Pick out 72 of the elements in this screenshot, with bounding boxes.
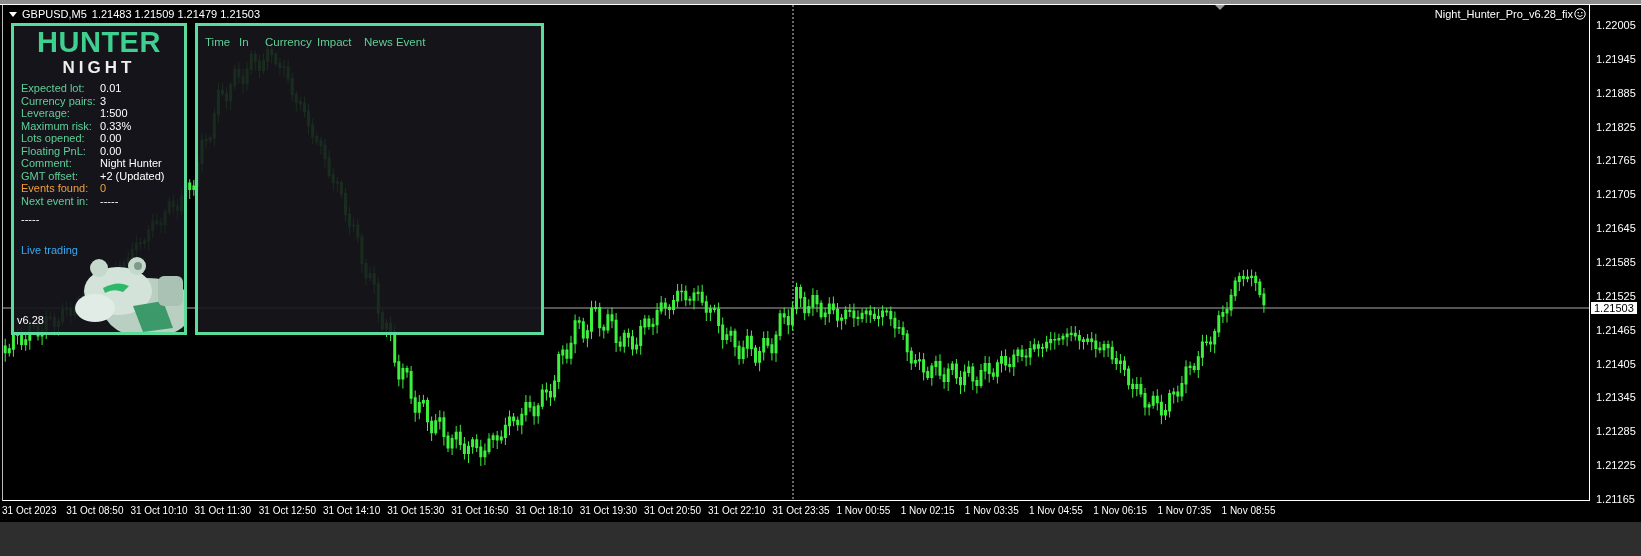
time-tick-label: 1 Nov 07:35: [1157, 505, 1213, 518]
stat-value: 0.00: [100, 132, 122, 145]
column-header: Impact: [317, 36, 353, 48]
dropdown-icon[interactable]: [9, 11, 17, 17]
status-text: Live trading: [21, 244, 78, 256]
stat-value: 0.00: [100, 144, 122, 157]
price-tick-label: 1.21645: [1596, 221, 1636, 236]
price-tick-label: 1.21225: [1596, 458, 1636, 473]
price-tick-label: 1.21165: [1596, 492, 1635, 507]
stat-value: 1:500: [100, 107, 128, 120]
logo-subtitle: NIGHT: [62, 58, 136, 78]
stat-label: Expected lot:: [21, 82, 86, 95]
stat-label: Next event in:: [21, 194, 90, 207]
time-tick-label: 1 Nov 00:55: [836, 505, 892, 518]
price-tick-label: 1.21705: [1596, 187, 1636, 202]
time-tick-label: 31 Oct 15:30: [387, 505, 446, 518]
stat-label: Floating PnL:: [21, 144, 87, 157]
time-tick-label: 31 Oct 23:35: [772, 505, 831, 518]
time-tick-label: 31 Oct 11:30: [194, 505, 253, 518]
time-tick-label: 31 Oct 14:10: [322, 505, 382, 518]
time-tick-label: 1 Nov 04:55: [1029, 505, 1084, 518]
current-price-label: 1.21503: [1591, 302, 1637, 314]
price-tick-label: 1.21765: [1596, 153, 1636, 168]
stat-label: Maximum risk:: [21, 119, 93, 132]
column-header: News Event: [364, 36, 426, 48]
stat-label: Leverage:: [21, 107, 71, 120]
stat-value: 0: [100, 182, 107, 195]
time-tick-label: 1 Nov 02:15: [900, 505, 956, 518]
time-tick-label: 31 Oct 16:50: [451, 505, 510, 518]
time-tick-label: 31 Oct 2023: [2, 505, 58, 518]
stat-value: -----: [100, 194, 119, 207]
time-tick-label: 31 Oct 20:50: [643, 505, 703, 518]
price-tick-label: 1.21945: [1596, 51, 1636, 66]
triangle-marker-icon: [1215, 5, 1225, 10]
version-label: v6.28: [17, 314, 44, 326]
logo-title: HUNTER: [37, 27, 161, 58]
time-tick-label: 31 Oct 18:10: [515, 505, 574, 518]
price-tick-label: 1.21585: [1596, 255, 1636, 269]
stat-value: Night Hunter: [100, 157, 162, 170]
ohlc-values: 1.21483 1.21509 1.21479 1.21503: [91, 8, 260, 20]
stat-label: Events found:: [21, 182, 90, 195]
stat-label: Lots opened:: [21, 132, 86, 145]
time-tick-label: 31 Oct 19:30: [579, 505, 638, 518]
price-tick-label: 1.21525: [1596, 288, 1636, 303]
stat-label: Currency pairs:: [21, 94, 97, 107]
price-tick-label: 1.22005: [1596, 18, 1636, 32]
column-header: Time: [205, 36, 232, 48]
time-tick-label: 31 Oct 08:50: [66, 505, 125, 518]
stat-value: +2 (Updated): [100, 169, 165, 182]
price-tick-label: 1.21825: [1596, 119, 1636, 134]
time-tick-label: 31 Oct 22:10: [708, 505, 767, 518]
price-tick-label: 1.21405: [1596, 356, 1636, 371]
price-tick-label: 1.21885: [1596, 85, 1636, 100]
symbol-label: GBPUSD,M5: [22, 8, 87, 20]
time-tick-label: 31 Oct 10:10: [130, 505, 189, 518]
stat-value: 0.33%: [100, 119, 132, 132]
stat-value: 3: [100, 94, 107, 107]
stat-label: Comment:: [21, 157, 73, 170]
time-tick-label: 1 Nov 03:35: [964, 505, 1020, 518]
price-tick-label: 1.21345: [1596, 390, 1636, 405]
smiley-icon[interactable]: [1574, 8, 1586, 20]
stat-value: 0.01: [100, 82, 122, 95]
time-tick-label: 1 Nov 06:15: [1093, 505, 1149, 518]
separator-text: -----: [21, 213, 40, 225]
expert-name: Night_Hunter_Pro_v6.28_fix: [1434, 8, 1573, 20]
time-tick-label: 31 Oct 12:50: [258, 505, 317, 518]
price-tick-label: 1.21285: [1596, 424, 1636, 439]
stat-label: GMT offset:: [21, 169, 80, 182]
time-tick-label: 1 Nov 08:55: [1221, 505, 1277, 518]
column-header: Currency: [265, 36, 313, 48]
price-tick-label: 1.21465: [1596, 322, 1636, 337]
column-header: In: [239, 36, 250, 48]
